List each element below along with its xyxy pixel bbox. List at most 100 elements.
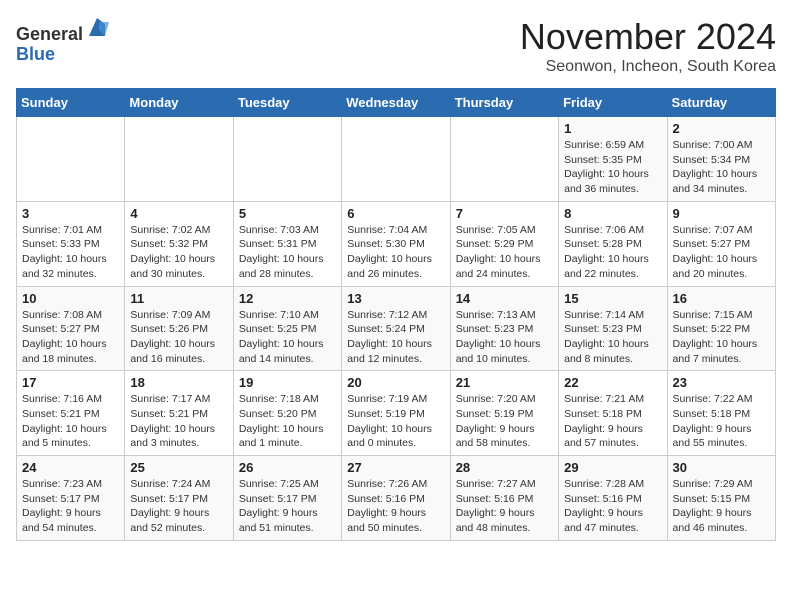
day-number: 13 [347, 291, 444, 306]
calendar-cell: 3 Sunrise: 7:01 AMSunset: 5:33 PMDaylight… [17, 201, 125, 286]
calendar-header-thursday: Thursday [450, 89, 558, 117]
day-number: 3 [22, 206, 119, 221]
logo: General Blue [16, 16, 109, 65]
calendar-week-row: 17Sunrise: 7:16 AMSunset: 5:21 PMDayligh… [17, 371, 776, 456]
day-info: Sunrise: 7:09 AMSunset: 5:26 PMDaylight:… [130, 308, 227, 367]
day-info: Sunrise: 7:14 AMSunset: 5:23 PMDaylight:… [564, 308, 661, 367]
calendar-cell: 24 Sunrise: 7:23 AMSunset: 5:17 PMDayligh… [17, 456, 125, 541]
day-number: 26 [239, 460, 336, 475]
day-info: Sunrise: 7:00 AMSunset: 5:34 PMDaylight:… [673, 138, 770, 197]
calendar-cell [17, 117, 125, 202]
day-number: 18 [130, 375, 227, 390]
calendar-cell: 26 Sunrise: 7:25 AMSunset: 5:17 PMDayligh… [233, 456, 341, 541]
calendar-header-monday: Monday [125, 89, 233, 117]
day-info: Sunrise: 7:02 AMSunset: 5:32 PMDaylight:… [130, 223, 227, 282]
day-number: 21 [456, 375, 553, 390]
calendar-week-row: 3 Sunrise: 7:01 AMSunset: 5:33 PMDaylight… [17, 201, 776, 286]
calendar-table: SundayMondayTuesdayWednesdayThursdayFrid… [16, 88, 776, 541]
calendar-cell: 17Sunrise: 7:16 AMSunset: 5:21 PMDayligh… [17, 371, 125, 456]
day-info: Sunrise: 7:17 AMSunset: 5:21 PMDaylight:… [130, 392, 227, 451]
calendar-header-wednesday: Wednesday [342, 89, 450, 117]
day-info: Sunrise: 7:18 AMSunset: 5:20 PMDaylight:… [239, 392, 336, 451]
calendar-cell: 9Sunrise: 7:07 AMSunset: 5:27 PMDaylight… [667, 201, 775, 286]
day-info: Sunrise: 7:27 AMSunset: 5:16 PMDaylight:… [456, 477, 553, 536]
calendar-cell [342, 117, 450, 202]
calendar-cell: 5 Sunrise: 7:03 AMSunset: 5:31 PMDaylight… [233, 201, 341, 286]
calendar-cell: 20 Sunrise: 7:19 AMSunset: 5:19 PMDayligh… [342, 371, 450, 456]
day-number: 27 [347, 460, 444, 475]
day-info: Sunrise: 7:13 AMSunset: 5:23 PMDaylight:… [456, 308, 553, 367]
month-title: November 2024 [520, 16, 776, 58]
day-number: 2 [673, 121, 770, 136]
calendar-header-friday: Friday [559, 89, 667, 117]
location: Seonwon, Incheon, South Korea [520, 58, 776, 76]
day-number: 20 [347, 375, 444, 390]
day-info: Sunrise: 7:26 AMSunset: 5:16 PMDaylight:… [347, 477, 444, 536]
calendar-header-tuesday: Tuesday [233, 89, 341, 117]
day-number: 11 [130, 291, 227, 306]
day-number: 4 [130, 206, 227, 221]
day-info: Sunrise: 7:10 AMSunset: 5:25 PMDaylight:… [239, 308, 336, 367]
day-number: 14 [456, 291, 553, 306]
day-number: 23 [673, 375, 770, 390]
calendar-cell: 8 Sunrise: 7:06 AMSunset: 5:28 PMDaylight… [559, 201, 667, 286]
day-number: 30 [673, 460, 770, 475]
day-number: 25 [130, 460, 227, 475]
day-number: 29 [564, 460, 661, 475]
day-number: 16 [673, 291, 770, 306]
calendar-cell [125, 117, 233, 202]
day-number: 8 [564, 206, 661, 221]
day-info: Sunrise: 7:25 AMSunset: 5:17 PMDaylight:… [239, 477, 336, 536]
calendar-cell: 12Sunrise: 7:10 AMSunset: 5:25 PMDayligh… [233, 286, 341, 371]
day-info: Sunrise: 7:21 AMSunset: 5:18 PMDaylight:… [564, 392, 661, 451]
calendar-cell: 29 Sunrise: 7:28 AMSunset: 5:16 PMDayligh… [559, 456, 667, 541]
day-number: 24 [22, 460, 119, 475]
logo-general: General [16, 24, 83, 44]
day-info: Sunrise: 7:05 AMSunset: 5:29 PMDaylight:… [456, 223, 553, 282]
day-info: Sunrise: 7:22 AMSunset: 5:18 PMDaylight:… [673, 392, 770, 451]
calendar-cell: 30Sunrise: 7:29 AMSunset: 5:15 PMDayligh… [667, 456, 775, 541]
day-number: 7 [456, 206, 553, 221]
day-info: Sunrise: 7:06 AMSunset: 5:28 PMDaylight:… [564, 223, 661, 282]
calendar-cell: 6Sunrise: 7:04 AMSunset: 5:30 PMDaylight… [342, 201, 450, 286]
calendar-header-row: SundayMondayTuesdayWednesdayThursdayFrid… [17, 89, 776, 117]
day-info: Sunrise: 7:28 AMSunset: 5:16 PMDaylight:… [564, 477, 661, 536]
title-block: November 2024 Seonwon, Incheon, South Ko… [520, 16, 776, 76]
calendar-cell: 1 Sunrise: 6:59 AMSunset: 5:35 PMDaylight… [559, 117, 667, 202]
day-number: 22 [564, 375, 661, 390]
calendar-cell: 2 Sunrise: 7:00 AMSunset: 5:34 PMDaylight… [667, 117, 775, 202]
day-info: Sunrise: 7:15 AMSunset: 5:22 PMDaylight:… [673, 308, 770, 367]
calendar-cell: 23 Sunrise: 7:22 AMSunset: 5:18 PMDayligh… [667, 371, 775, 456]
calendar-week-row: 1 Sunrise: 6:59 AMSunset: 5:35 PMDaylight… [17, 117, 776, 202]
calendar-cell: 21 Sunrise: 7:20 AMSunset: 5:19 PMDayligh… [450, 371, 558, 456]
calendar-cell: 19 Sunrise: 7:18 AMSunset: 5:20 PMDayligh… [233, 371, 341, 456]
logo-icon [85, 16, 109, 40]
day-info: Sunrise: 7:08 AMSunset: 5:27 PMDaylight:… [22, 308, 119, 367]
day-number: 15 [564, 291, 661, 306]
calendar-cell: 28Sunrise: 7:27 AMSunset: 5:16 PMDayligh… [450, 456, 558, 541]
day-number: 17 [22, 375, 119, 390]
calendar-cell: 16 Sunrise: 7:15 AMSunset: 5:22 PMDayligh… [667, 286, 775, 371]
calendar-cell: 10Sunrise: 7:08 AMSunset: 5:27 PMDayligh… [17, 286, 125, 371]
calendar-cell [233, 117, 341, 202]
calendar-cell: 4 Sunrise: 7:02 AMSunset: 5:32 PMDaylight… [125, 201, 233, 286]
calendar-cell [450, 117, 558, 202]
calendar-cell: 7 Sunrise: 7:05 AMSunset: 5:29 PMDaylight… [450, 201, 558, 286]
day-number: 9 [673, 206, 770, 221]
calendar-cell: 22 Sunrise: 7:21 AMSunset: 5:18 PMDayligh… [559, 371, 667, 456]
day-number: 19 [239, 375, 336, 390]
logo-blue: Blue [16, 44, 55, 64]
day-info: Sunrise: 7:01 AMSunset: 5:33 PMDaylight:… [22, 223, 119, 282]
logo-text: General Blue [16, 16, 109, 65]
day-number: 5 [239, 206, 336, 221]
day-info: Sunrise: 7:12 AMSunset: 5:24 PMDaylight:… [347, 308, 444, 367]
calendar-cell: 18 Sunrise: 7:17 AMSunset: 5:21 PMDayligh… [125, 371, 233, 456]
day-info: Sunrise: 6:59 AMSunset: 5:35 PMDaylight:… [564, 138, 661, 197]
day-info: Sunrise: 7:19 AMSunset: 5:19 PMDaylight:… [347, 392, 444, 451]
page-header: General Blue November 2024 Seonwon, Inch… [16, 16, 776, 76]
day-info: Sunrise: 7:23 AMSunset: 5:17 PMDaylight:… [22, 477, 119, 536]
day-number: 1 [564, 121, 661, 136]
day-info: Sunrise: 7:20 AMSunset: 5:19 PMDaylight:… [456, 392, 553, 451]
day-info: Sunrise: 7:04 AMSunset: 5:30 PMDaylight:… [347, 223, 444, 282]
day-info: Sunrise: 7:03 AMSunset: 5:31 PMDaylight:… [239, 223, 336, 282]
